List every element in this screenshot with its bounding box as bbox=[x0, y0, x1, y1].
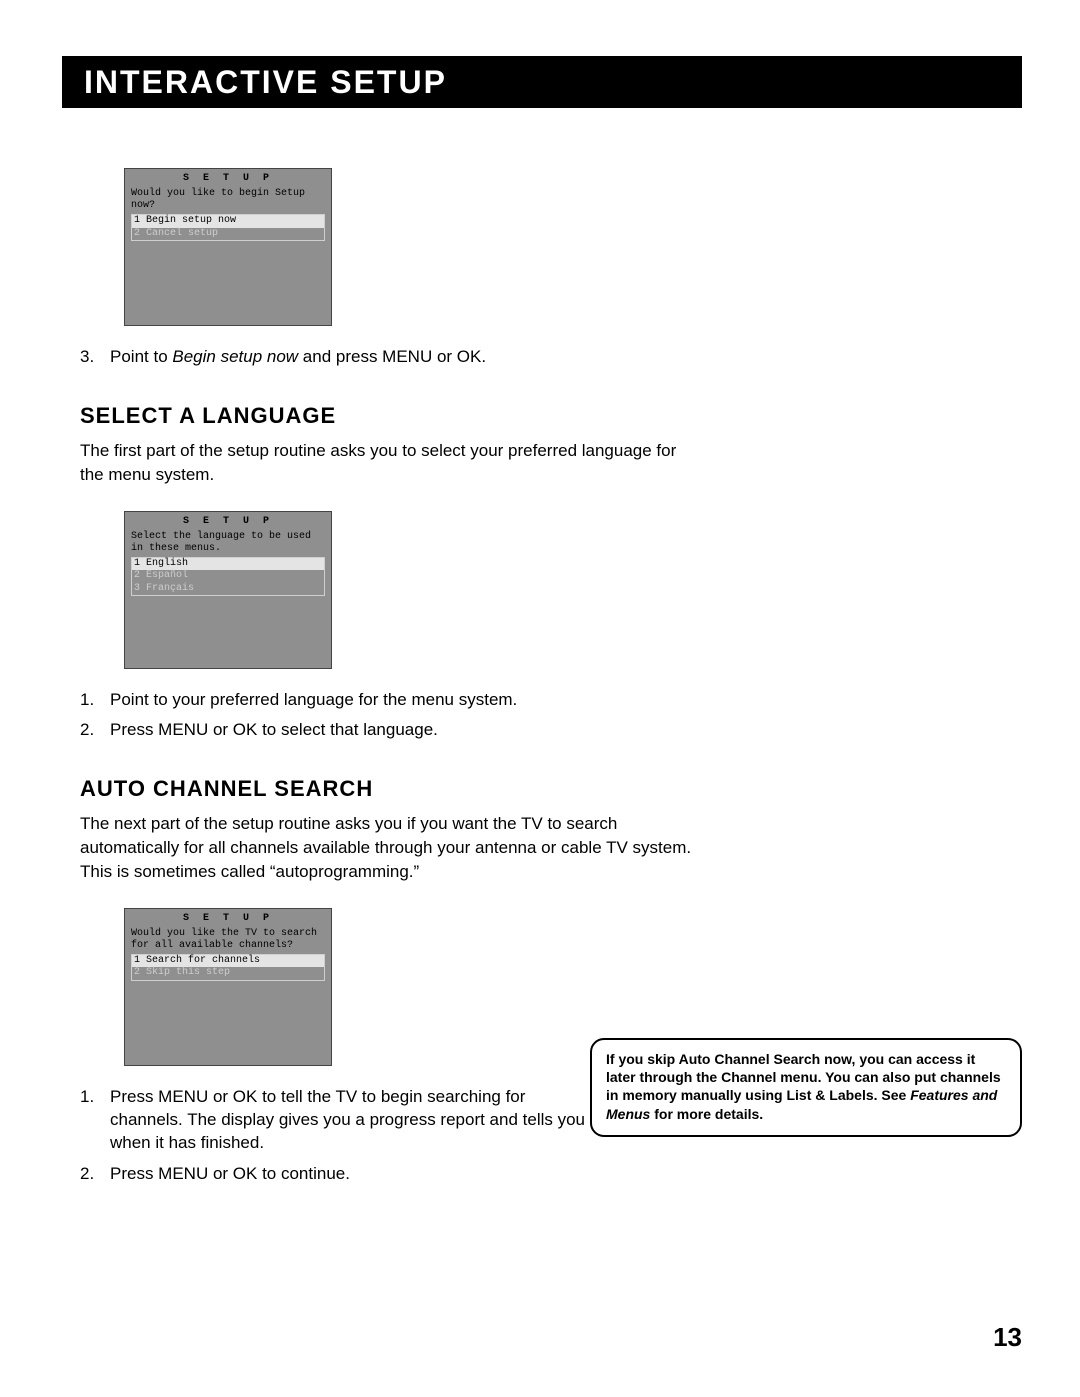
tv-option-num: 1 bbox=[134, 955, 140, 966]
note-bold-2: for more details. bbox=[650, 1106, 763, 1122]
tv-option-label: Cancel setup bbox=[146, 228, 218, 239]
tv-option-label: Français bbox=[146, 583, 194, 594]
page-number: 13 bbox=[993, 1322, 1022, 1353]
step-number: 1. bbox=[80, 689, 110, 712]
step-list-begin: 3. Point to Begin setup now and press ME… bbox=[80, 346, 1000, 369]
step-number: 3. bbox=[80, 346, 110, 369]
tv-prompt: Would you like to begin Setup now? bbox=[125, 188, 331, 212]
list-item: 2. Press MENU or OK to continue. bbox=[80, 1163, 590, 1186]
tv-header: S E T U P bbox=[125, 173, 331, 184]
tv-options: 1 Search for channels 2 Skip this step bbox=[131, 954, 325, 981]
step-text: Press MENU or OK to select that language… bbox=[110, 719, 438, 742]
tv-option-label: English bbox=[146, 558, 188, 569]
tv-option-cancel: 2 Cancel setup bbox=[132, 228, 324, 241]
tv-option-num: 1 bbox=[134, 215, 140, 226]
body-text-language: The first part of the setup routine asks… bbox=[80, 439, 700, 487]
setup-screen-begin: S E T U P Would you like to begin Setup … bbox=[124, 168, 332, 326]
step-list-auto: 1. Press MENU or OK to tell the TV to be… bbox=[80, 1086, 590, 1186]
list-item: 1. Point to your preferred language for … bbox=[80, 689, 1000, 712]
tv-option-label: Español bbox=[146, 570, 188, 581]
tv-option-num: 3 bbox=[134, 583, 140, 594]
document-page: Interactive Setup S E T U P Would you li… bbox=[0, 0, 1080, 1397]
page-title: Interactive Setup bbox=[84, 64, 447, 101]
setup-screen-autosearch: S E T U P Would you like the TV to searc… bbox=[124, 908, 332, 1066]
step-text: Press MENU or OK to continue. bbox=[110, 1163, 350, 1186]
step-text: Point to Begin setup now and press MENU … bbox=[110, 346, 486, 369]
step-text: Press MENU or OK to tell the TV to begin… bbox=[110, 1086, 590, 1155]
tv-option-label: Search for channels bbox=[146, 955, 260, 966]
list-item: 1. Press MENU or OK to tell the TV to be… bbox=[80, 1086, 590, 1155]
page-title-bar: Interactive Setup bbox=[62, 56, 1022, 108]
setup-screen-language: S E T U P Select the language to be used… bbox=[124, 511, 332, 669]
tv-option-skip: 2 Skip this step bbox=[132, 967, 324, 980]
tv-options: 1 English 2 Español 3 Français bbox=[131, 557, 325, 597]
tv-option-begin: 1 Begin setup now bbox=[132, 215, 324, 228]
tv-option-label: Begin setup now bbox=[146, 215, 236, 226]
tv-header: S E T U P bbox=[125, 516, 331, 527]
tv-option-label: Skip this step bbox=[146, 967, 230, 978]
step-number: 2. bbox=[80, 719, 110, 742]
callout-note: If you skip Auto Channel Search now, you… bbox=[590, 1038, 1022, 1137]
tv-option-search: 1 Search for channels bbox=[132, 955, 324, 968]
tv-prompt: Select the language to be used in these … bbox=[125, 531, 331, 555]
heading-select-language: Select a Language bbox=[80, 403, 1000, 429]
tv-option-espanol: 2 Español bbox=[132, 570, 324, 583]
step-list-language: 1. Point to your preferred language for … bbox=[80, 689, 1000, 743]
tv-option-num: 2 bbox=[134, 228, 140, 239]
list-item: 2. Press MENU or OK to select that langu… bbox=[80, 719, 1000, 742]
tv-prompt: Would you like the TV to search for all … bbox=[125, 928, 331, 952]
tv-option-francais: 3 Français bbox=[132, 583, 324, 596]
body-text-auto: The next part of the setup routine asks … bbox=[80, 812, 700, 883]
step-number: 2. bbox=[80, 1163, 110, 1186]
tv-option-num: 1 bbox=[134, 558, 140, 569]
tv-option-num: 2 bbox=[134, 570, 140, 581]
heading-auto-channel: Auto Channel Search bbox=[80, 776, 1000, 802]
tv-option-num: 2 bbox=[134, 967, 140, 978]
tv-option-english: 1 English bbox=[132, 558, 324, 571]
list-item: 3. Point to Begin setup now and press ME… bbox=[80, 346, 1000, 369]
step-text: Point to your preferred language for the… bbox=[110, 689, 517, 712]
step-number: 1. bbox=[80, 1086, 110, 1155]
tv-header: S E T U P bbox=[125, 913, 331, 924]
tv-options: 1 Begin setup now 2 Cancel setup bbox=[131, 214, 325, 241]
